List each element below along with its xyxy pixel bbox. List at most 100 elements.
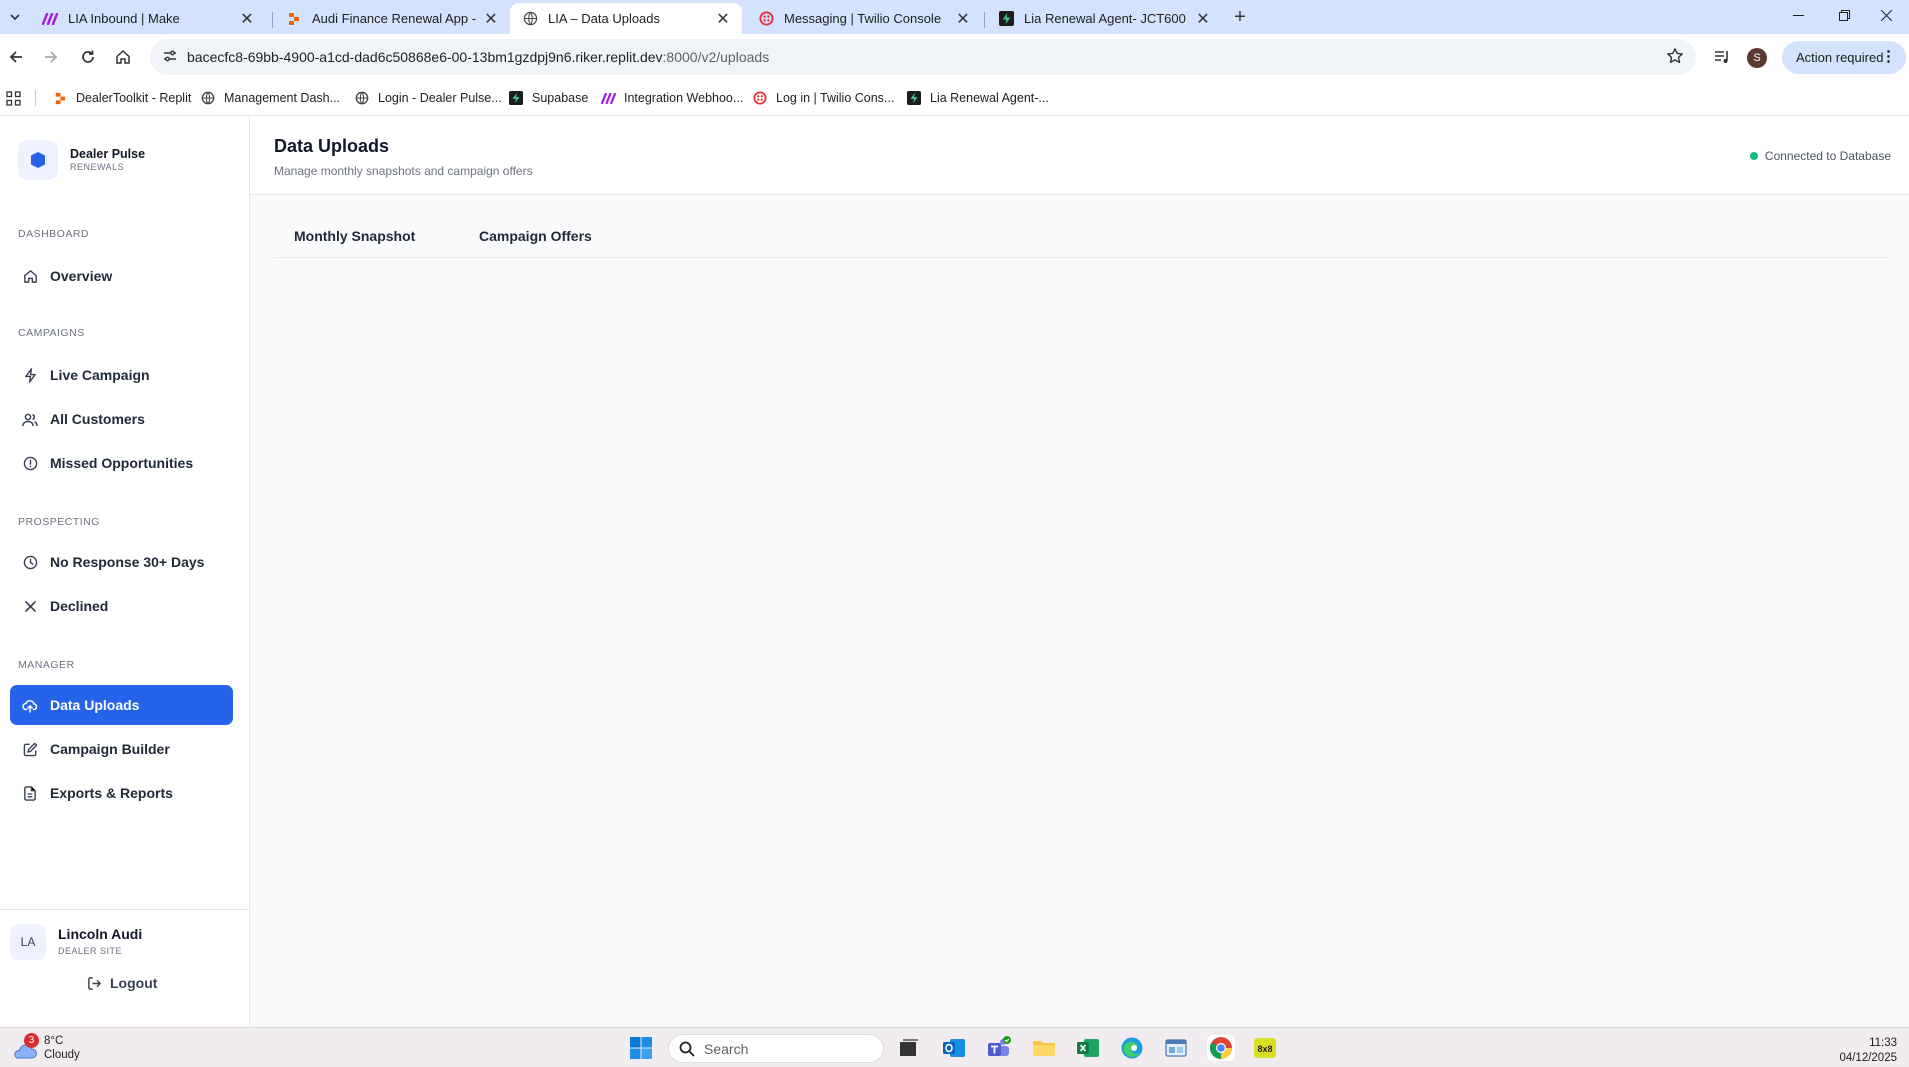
database-status-label: Connected to Database — [1764, 149, 1891, 163]
taskbar-search-placeholder: Search — [704, 1040, 749, 1057]
close-icon[interactable]: ✕ — [954, 10, 972, 28]
sidebar-item-label: Campaign Builder — [50, 741, 170, 757]
users-icon — [22, 411, 38, 427]
eight-by-eight-icon[interactable]: 8x8 — [1251, 1035, 1279, 1061]
sidebar-item-no-response[interactable]: No Response 30+ Days — [10, 542, 233, 582]
app-root: Dealer Pulse RENEWALS DASHBOARD Overview… — [0, 116, 1909, 1027]
weather-badge: 3 — [24, 1033, 39, 1048]
brand[interactable]: Dealer Pulse RENEWALS — [18, 140, 145, 180]
sidebar-item-declined[interactable]: Declined — [10, 586, 233, 626]
browser-tab-strip: LIA Inbound | Make ✕ Audi Finance Renewa… — [0, 0, 1909, 34]
forward-button[interactable] — [38, 44, 64, 70]
sidebar-item-label: Declined — [50, 598, 109, 614]
supabase-icon — [508, 90, 524, 106]
lightning-icon — [22, 367, 38, 383]
action-required-button[interactable]: Action required ⋮ — [1782, 41, 1906, 74]
bookmarks-bar: DealerToolkit - Replit Management Dash..… — [0, 80, 1909, 116]
arrow-right-icon — [45, 51, 58, 63]
close-icon[interactable]: ✕ — [714, 10, 732, 28]
more-vert-icon[interactable]: ⋮ — [1881, 49, 1896, 64]
weather-temp: 8°C — [44, 1035, 64, 1047]
tab-title: Lia Renewal Agent- JCT600 | Ch — [1024, 11, 1188, 26]
twilio-icon — [758, 11, 774, 27]
tab-search-button[interactable] — [4, 6, 26, 28]
tab-monthly-snapshot[interactable]: Monthly Snapshot — [294, 228, 415, 244]
page-subtitle: Manage monthly snapshots and campaign of… — [274, 164, 533, 178]
sidebar-item-data-uploads[interactable]: Data Uploads — [10, 685, 233, 725]
bookmark-label: Lia Renewal Agent-... — [930, 91, 1049, 105]
logout-button[interactable]: Logout — [87, 972, 157, 994]
outlook-icon[interactable] — [940, 1035, 968, 1061]
media-control-icon[interactable] — [1713, 48, 1731, 71]
logout-label: Logout — [110, 975, 158, 991]
status-dot-icon — [1749, 152, 1758, 160]
windows-start-icon[interactable] — [627, 1035, 655, 1061]
excel-icon[interactable] — [1074, 1035, 1102, 1061]
sidebar-item-label: No Response 30+ Days — [50, 554, 205, 570]
bookmark-supabase[interactable]: Supabase — [508, 88, 588, 108]
upload-tabs: Monthly Snapshot Campaign Offers — [274, 212, 1890, 258]
alert-circle-icon — [22, 455, 38, 471]
sidebar-item-live-campaign[interactable]: Live Campaign — [10, 355, 233, 395]
window-close-button[interactable] — [1863, 0, 1909, 30]
task-view-icon[interactable] — [895, 1035, 923, 1061]
brand-logo-icon — [18, 140, 58, 180]
apps-grid-icon[interactable] — [6, 88, 21, 108]
sidebar-item-overview[interactable]: Overview — [10, 256, 233, 296]
weather-widget[interactable]: 3 8°C Cloudy — [10, 1033, 80, 1062]
taskbar-search-input[interactable]: Search — [668, 1034, 884, 1063]
bookmark-login-dealer-pulse[interactable]: Login - Dealer Pulse... — [354, 88, 502, 108]
close-icon[interactable]: ✕ — [482, 10, 500, 28]
section-label-campaigns: CAMPAIGNS — [18, 327, 85, 339]
teams-icon[interactable] — [985, 1035, 1013, 1061]
section-label-prospecting: PROSPECTING — [18, 516, 100, 528]
home-icon — [116, 49, 130, 64]
control-panel-icon[interactable] — [1162, 1035, 1190, 1061]
make-icon — [42, 11, 58, 27]
reload-button[interactable] — [75, 44, 101, 70]
clock-icon — [22, 554, 38, 570]
close-icon[interactable]: ✕ — [1194, 10, 1212, 28]
minimize-button[interactable] — [1775, 0, 1821, 30]
bookmark-twilio-login[interactable]: Log in | Twilio Cons... — [752, 88, 894, 108]
sidebar-item-label: Data Uploads — [50, 697, 140, 713]
browser-tab-twilio[interactable]: Messaging | Twilio Console ✕ — [746, 3, 982, 34]
close-icon[interactable]: ✕ — [238, 10, 256, 28]
file-explorer-icon[interactable] — [1030, 1035, 1058, 1061]
bookmark-lia-renewal-agent[interactable]: Lia Renewal Agent-... — [906, 88, 1049, 108]
chevron-down-icon — [10, 14, 20, 21]
sidebar-item-all-customers[interactable]: All Customers — [10, 399, 233, 439]
tab-divider — [272, 12, 273, 28]
bookmark-star-icon[interactable] — [1666, 47, 1684, 70]
browser-tab-data-uploads[interactable]: LIA – Data Uploads ✕ — [510, 3, 742, 34]
sidebar-item-campaign-builder[interactable]: Campaign Builder — [10, 729, 233, 769]
url-text: bacecfc8-69bb-4900-a1cd-dad6c50868e6-00-… — [187, 49, 769, 65]
back-button[interactable] — [3, 44, 29, 70]
svg-text:8x8: 8x8 — [1257, 1044, 1272, 1054]
edge-icon[interactable] — [1118, 1035, 1146, 1061]
browser-tab-replit[interactable]: Audi Finance Renewal App - Re ✕ — [274, 3, 510, 34]
system-clock[interactable]: 11:33 04/12/2025 — [1839, 1036, 1897, 1066]
url-host: bacecfc8-69bb-4900-a1cd-dad6c50868e6-00-… — [187, 49, 663, 65]
sidebar-item-exports-reports[interactable]: Exports & Reports — [10, 773, 233, 813]
restore-button[interactable] — [1821, 0, 1867, 30]
tab-campaign-offers[interactable]: Campaign Offers — [479, 228, 592, 244]
bookmark-label: Login - Dealer Pulse... — [378, 91, 502, 105]
bookmark-integration-webhooks[interactable]: Integration Webhoo... — [600, 88, 743, 108]
home-button[interactable] — [110, 44, 136, 70]
browser-toolbar: bacecfc8-69bb-4900-a1cd-dad6c50868e6-00-… — [0, 34, 1909, 80]
browser-tab-supabase[interactable]: Lia Renewal Agent- JCT600 | Ch ✕ — [986, 3, 1222, 34]
address-bar[interactable]: bacecfc8-69bb-4900-a1cd-dad6c50868e6-00-… — [150, 39, 1696, 75]
cloud-icon: 3 — [10, 1033, 40, 1060]
sidebar-item-missed-opportunities[interactable]: Missed Opportunities — [10, 443, 233, 483]
browser-tab-make[interactable]: LIA Inbound | Make ✕ — [30, 3, 266, 34]
bookmark-dealertoolkit[interactable]: DealerToolkit - Replit — [52, 88, 191, 108]
tab-title: Audi Finance Renewal App - Re — [312, 11, 476, 26]
bookmark-management-dash[interactable]: Management Dash... — [200, 88, 340, 108]
new-tab-button[interactable]: + — [1228, 5, 1252, 29]
site-info-icon[interactable] — [162, 48, 178, 69]
sidebar-item-label: Exports & Reports — [50, 785, 173, 801]
chrome-icon[interactable] — [1207, 1035, 1235, 1061]
profile-avatar[interactable]: S — [1747, 48, 1767, 68]
reload-icon — [82, 50, 94, 63]
